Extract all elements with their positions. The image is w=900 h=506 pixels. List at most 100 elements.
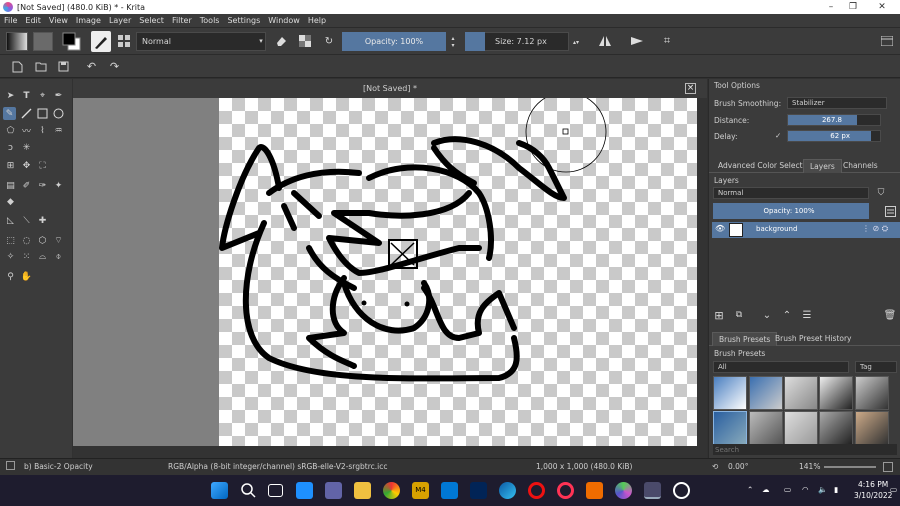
opera-icon[interactable] [528,482,545,499]
text-tool-icon[interactable]: T [20,89,33,102]
fill-tool-icon[interactable]: ◆ [4,195,17,208]
layer-blend-mode-select[interactable]: Normal [713,187,869,199]
pan-tool-icon[interactable]: ✋ [20,270,33,283]
zoom-value[interactable]: 141% [799,462,820,471]
polyline-tool-icon[interactable]: 〰 [20,124,33,137]
menu-settings[interactable]: Settings [227,16,260,25]
delete-layer-icon[interactable]: 🗑 [884,309,897,321]
filter-icon[interactable]: ⛉ [874,186,888,199]
polygon-select-icon[interactable]: ⬡ [36,234,49,247]
menu-window[interactable]: Window [268,16,300,25]
multibrush-icon[interactable]: ✳ [20,141,33,154]
bezier-select-icon[interactable]: ⌓ [36,250,49,263]
edge-icon[interactable] [499,482,516,499]
blend-mode-select[interactable]: Normal [136,32,266,51]
reference-tool-icon[interactable]: ✚ [36,214,49,227]
drawing-canvas[interactable] [219,98,697,446]
bezier-tool-icon[interactable]: ⌇ [36,124,49,137]
redo-icon[interactable]: ↷ [108,60,121,73]
tab-brush-presets[interactable]: Brush Presets [712,332,778,346]
menu-layer[interactable]: Layer [109,16,131,25]
ellipse-tool-icon[interactable] [52,107,65,120]
freehand-path-icon[interactable]: ♒ [52,124,65,137]
brush-preset-3[interactable] [784,376,818,410]
rect-select-icon[interactable]: ⬚ [4,234,17,247]
file-explorer-icon[interactable] [354,482,371,499]
tab-brush-preset-history[interactable]: Brush Preset History [769,332,857,346]
fl-studio-icon[interactable] [586,482,603,499]
task-view-icon[interactable] [268,484,283,497]
brush-smoothing-select[interactable]: Stabilizer [787,97,887,109]
layer-opacity-slider[interactable]: Opacity: 100% [713,203,869,219]
grid-icon[interactable] [117,34,131,48]
maximize-button[interactable]: ❐ [843,0,863,14]
magnetic-select-icon[interactable]: ⌽ [52,250,65,263]
reload-preset-icon[interactable]: ↻ [322,34,336,48]
move-tool-icon[interactable]: ✥ [20,159,33,172]
menu-edit[interactable]: Edit [25,16,41,25]
opacity-spin-icon[interactable]: ▴ ▾ [448,34,458,50]
clock-time[interactable]: 4:16 PM [858,480,888,489]
brush-preset-2[interactable] [749,376,783,410]
layer-lock-icon[interactable]: ⋮ ⊘ ⛭ [862,224,888,234]
vertical-scrollbar[interactable] [697,98,707,446]
brush-preset-5[interactable] [855,376,889,410]
brush-preset-8[interactable] [784,411,818,445]
add-layer-icon[interactable]: ⊞ [713,309,725,322]
move-layer-up-icon[interactable]: ⌃ [781,309,793,321]
brush-preset-icon[interactable] [91,31,111,52]
colorize-mask-icon[interactable]: ✑ [36,179,49,192]
menu-help[interactable]: Help [308,16,326,25]
gradient-selector[interactable] [6,32,28,51]
calligraphy-icon[interactable]: ✒ [52,89,65,102]
brush-preset-4[interactable] [819,376,853,410]
menu-select[interactable]: Select [139,16,164,25]
gradient-tool-icon[interactable]: ▤ [4,179,17,192]
size-slider[interactable]: Size: 7.12 px [485,32,569,51]
tab-channels[interactable]: Channels [837,159,884,173]
search-icon[interactable] [240,482,257,499]
wifi-icon[interactable]: ◠ [802,485,809,494]
size-spin-icon[interactable]: ▴▾ [571,34,581,50]
fg-bg-color-icon[interactable] [61,31,83,52]
mail-icon[interactable] [441,482,458,499]
canvas-viewport[interactable] [73,98,697,446]
layer-row[interactable]: 👁 background ⋮ ⊘ ⛭ [712,222,900,238]
powershell-icon[interactable] [470,482,487,499]
measure-tool-icon[interactable]: ◺ [4,214,17,227]
brush-preset-7[interactable] [749,411,783,445]
edit-shapes-icon[interactable]: ⌖ [36,89,49,102]
tab-layers[interactable]: Layers [803,159,842,173]
opera-gx-icon[interactable] [557,482,574,499]
move-layer-down-icon[interactable]: ⌄ [761,309,773,321]
brush-preset-6[interactable] [713,411,747,445]
fullscreen-icon[interactable] [883,462,893,472]
mirror-horizontal-icon[interactable] [597,34,613,48]
undo-icon[interactable]: ↶ [85,60,98,73]
battery-icon[interactable]: ▮ [834,485,838,494]
mirror-vertical-icon[interactable] [629,34,645,48]
similar-select-icon[interactable]: ⁙ [20,250,33,263]
ellipse-select-icon[interactable]: ◌ [20,234,33,247]
brush-preset-1[interactable] [713,376,747,410]
assistant-tool-icon[interactable]: ⟍ [20,214,33,227]
chrome-profile-icon[interactable] [615,482,632,499]
krita-taskbar-icon[interactable] [644,482,661,499]
rotation-value[interactable]: 0.00° [728,462,748,471]
color-picker-icon[interactable]: ✐ [20,179,33,192]
dynamic-brush-icon[interactable]: ↄ [4,141,17,154]
layer-visibility-icon[interactable]: 👁 [715,224,725,233]
wrap-around-icon[interactable]: ⌗ [660,34,674,48]
teams-icon[interactable] [325,482,342,499]
panel-menu-icon[interactable] [880,34,894,48]
freehand-brush-icon[interactable]: ✎ [3,107,16,120]
select-shapes-icon[interactable]: ➤ [4,89,17,102]
open-folder-icon[interactable] [34,60,47,73]
tag-button[interactable]: Tag [855,361,897,373]
size-slider-fill[interactable] [465,32,485,51]
rectangle-tool-icon[interactable] [36,107,49,120]
crop-tool-icon[interactable]: ⛶ [36,159,49,172]
clock-date[interactable]: 3/10/2022 [854,491,892,500]
menu-filter[interactable]: Filter [172,16,192,25]
smart-patch-icon[interactable]: ✦ [52,179,65,192]
